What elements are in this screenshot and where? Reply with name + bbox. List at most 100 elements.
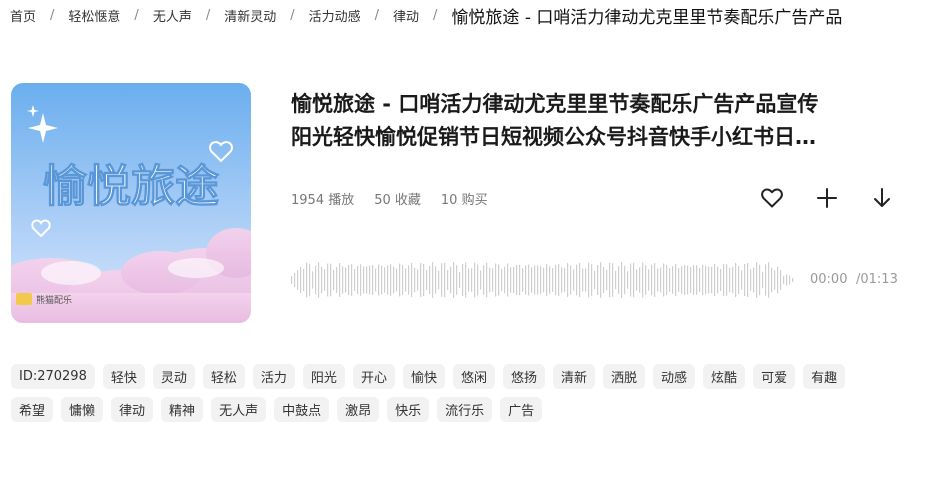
waveform-bar	[792, 278, 794, 282]
breadcrumb-separator: /	[205, 7, 211, 23]
waveform-bar	[507, 263, 509, 297]
waveform-bar	[531, 267, 533, 293]
tag-chip[interactable]: 清新	[553, 364, 596, 389]
waveform-bar	[426, 269, 428, 291]
play-count: 1954 播放	[291, 193, 355, 208]
tag-chip[interactable]: 洒脱	[603, 364, 646, 389]
breadcrumb-home[interactable]: 首页	[10, 6, 36, 25]
waveform-bar	[468, 268, 470, 292]
waveform-bar	[336, 267, 338, 293]
waveform-bar	[606, 269, 608, 291]
waveform-bar	[630, 263, 632, 297]
plus-icon	[817, 188, 837, 208]
track-cover[interactable]: 熊猫配乐 愉悦旅途	[11, 83, 251, 323]
waveform-bar	[381, 265, 383, 295]
waveform-bar	[708, 266, 710, 294]
tag-chip[interactable]: 有趣	[803, 364, 846, 389]
waveform-bar	[675, 263, 677, 297]
waveform-bar	[399, 263, 401, 297]
waveform-bar	[396, 268, 398, 292]
waveform-bar	[729, 267, 731, 293]
waveform-bar	[750, 269, 752, 291]
waveform-bar	[357, 265, 359, 295]
waveform-bar	[732, 266, 734, 294]
waveform-bar	[462, 263, 464, 297]
waveform-bar	[624, 265, 626, 295]
track-id-tag[interactable]: ID:270298	[11, 364, 95, 389]
waveform-bar	[330, 263, 332, 297]
tag-chip[interactable]: 律动	[111, 397, 154, 422]
waveform-bar	[513, 266, 515, 294]
waveform-bar	[684, 264, 686, 296]
waveform-bar	[393, 266, 395, 294]
waveform-bar	[441, 263, 443, 297]
tag-chip[interactable]: 可爱	[753, 364, 796, 389]
breadcrumb-current: 愉悦旅途 - 口哨活力律动尤克里里节奏配乐广告产品	[451, 7, 843, 28]
waveform-bar	[636, 269, 638, 291]
breadcrumb-item-no-vocals[interactable]: 无人声	[153, 6, 192, 25]
waveform-bar	[537, 265, 539, 295]
waveform-seek-bar[interactable]	[291, 255, 801, 305]
tag-chip[interactable]: 开心	[352, 364, 395, 389]
add-to-playlist-button[interactable]	[815, 186, 839, 210]
waveform-bar	[504, 266, 506, 294]
tag-chip[interactable]: 悠扬	[502, 364, 545, 389]
favorite-button[interactable]	[760, 186, 784, 210]
tag-chip[interactable]: 希望	[11, 397, 54, 422]
waveform-bar	[294, 273, 296, 287]
waveform-bar	[366, 266, 368, 294]
waveform-bar	[312, 271, 314, 289]
waveform-bar	[546, 264, 548, 296]
waveform-bar	[612, 263, 614, 297]
waveform-bar	[690, 267, 692, 293]
waveform-bar	[540, 265, 542, 295]
waveform-bar	[741, 270, 743, 290]
breadcrumb-item-relaxed[interactable]: 轻松惬意	[68, 6, 120, 25]
waveform-bar	[681, 266, 683, 294]
tag-chip[interactable]: 愉快	[402, 364, 445, 389]
waveform-bar	[597, 265, 599, 295]
current-time: 00:00	[810, 272, 848, 287]
tag-chip[interactable]: 动感	[653, 364, 696, 389]
tag-chip[interactable]: 广告	[500, 397, 543, 422]
heart-icon	[761, 188, 783, 208]
waveform-bar	[351, 264, 353, 296]
waveform-bar	[771, 267, 773, 293]
tag-chip[interactable]: 无人声	[211, 397, 267, 422]
tag-chip[interactable]: 流行乐	[437, 397, 493, 422]
waveform-bar	[459, 272, 461, 288]
waveform-bar	[774, 270, 776, 290]
tag-chip[interactable]: 慵懒	[61, 397, 104, 422]
waveform-bar	[525, 265, 527, 295]
tag-chip[interactable]: 活力	[252, 364, 295, 389]
breadcrumb-item-energetic[interactable]: 活力动感	[309, 6, 361, 25]
waveform-bar	[699, 268, 701, 292]
waveform-bar	[378, 264, 380, 296]
waveform-bar	[333, 269, 335, 291]
waveform-bar	[417, 269, 419, 291]
waveform-bar	[735, 262, 737, 298]
tag-chip[interactable]: 灵动	[152, 364, 195, 389]
tag-chip[interactable]: 精神	[161, 397, 204, 422]
waveform-bar	[408, 265, 410, 295]
breadcrumb-separator: /	[290, 7, 295, 23]
breadcrumb-item-fresh[interactable]: 清新灵动	[224, 6, 276, 25]
download-button[interactable]	[870, 186, 894, 210]
tag-chip[interactable]: 快乐	[387, 397, 430, 422]
tag-chip[interactable]: 中鼓点	[274, 397, 330, 422]
waveform-bar	[603, 267, 605, 293]
waveform-bar	[444, 262, 446, 298]
tag-chip[interactable]: 激昂	[337, 397, 380, 422]
waveform-bar	[570, 265, 572, 295]
waveform-bar	[789, 275, 791, 285]
waveform-bar	[573, 269, 575, 291]
tag-chip[interactable]: 轻松	[202, 364, 245, 389]
waveform-bar	[717, 266, 719, 294]
tag-chip[interactable]: 悠闲	[452, 364, 495, 389]
waveform-bar	[450, 266, 452, 294]
breadcrumb-item-rhythm[interactable]: 律动	[393, 6, 419, 25]
tag-chip[interactable]: 轻快	[102, 364, 145, 389]
tag-chip[interactable]: 炫酷	[703, 364, 746, 389]
tag-chip[interactable]: 阳光	[302, 364, 345, 389]
download-arrow-icon	[874, 188, 890, 207]
